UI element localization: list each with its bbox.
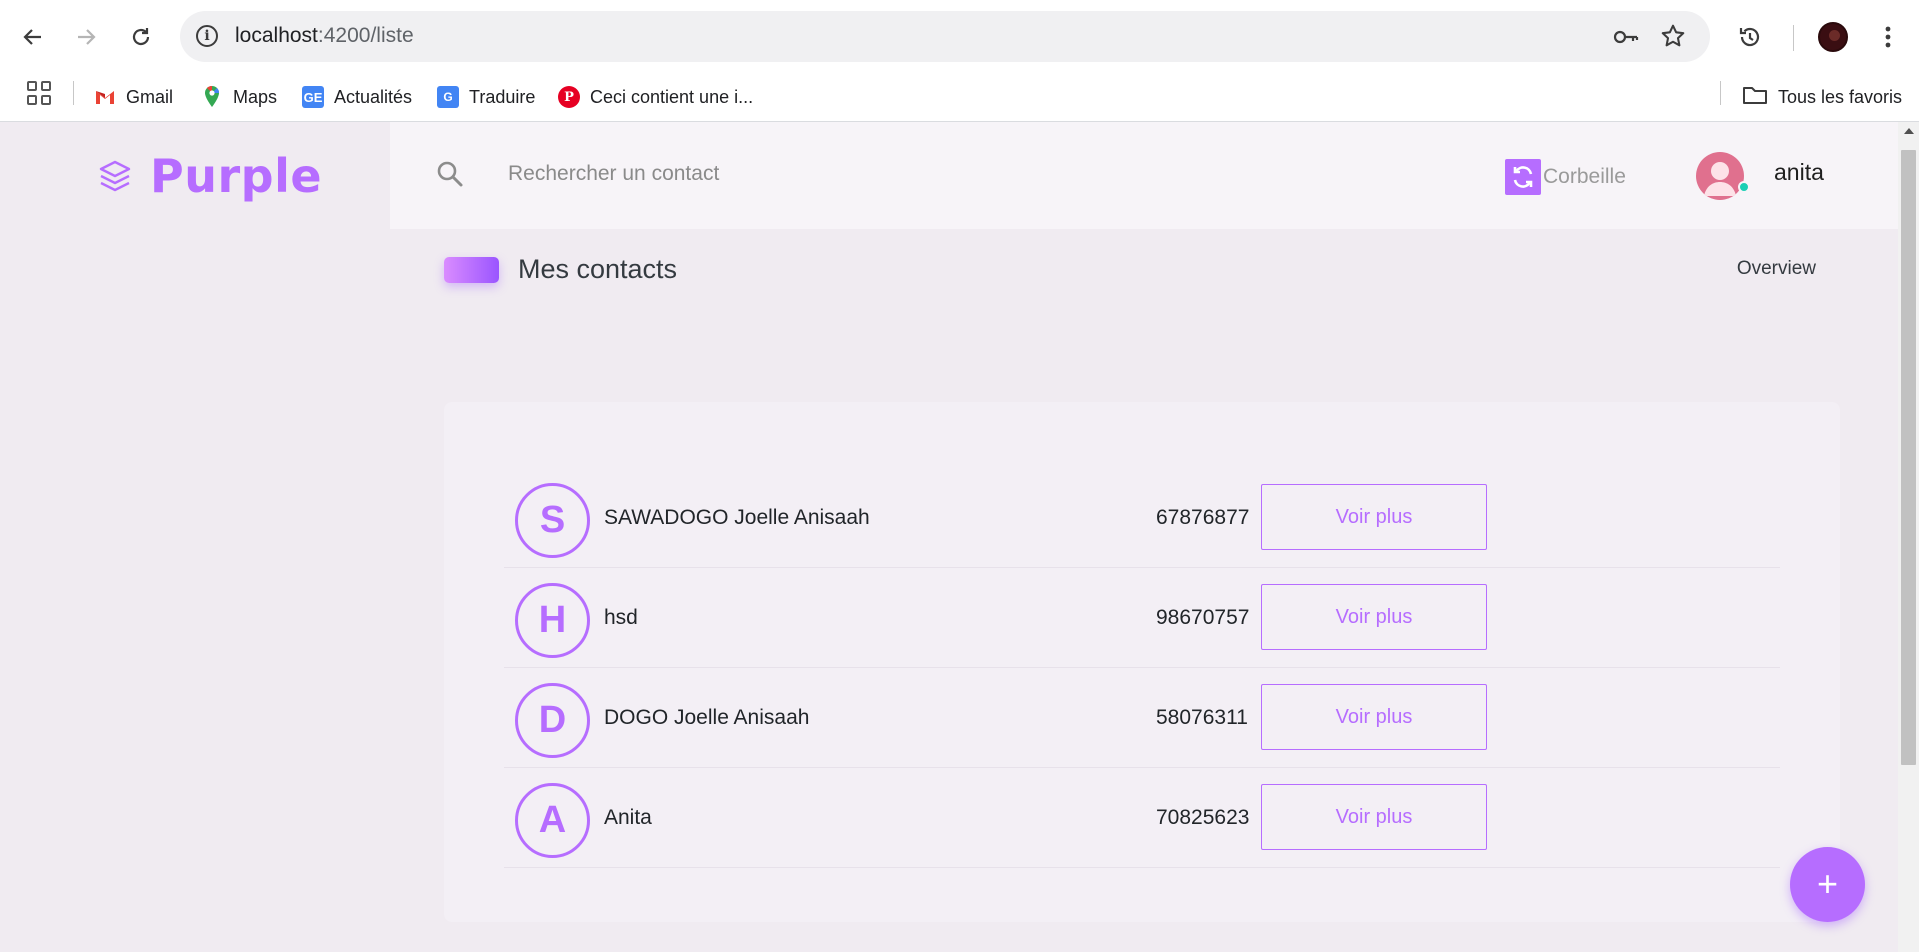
browser-toolbar: i localhost:4200/liste (0, 0, 1919, 74)
voir-plus-button[interactable]: Voir plus (1261, 484, 1487, 550)
more-menu-icon[interactable] (1870, 19, 1906, 55)
header-accent-icon (444, 257, 499, 283)
contact-row: H hsd 98670757 Voir plus (504, 568, 1780, 668)
add-contact-button[interactable]: + (1790, 847, 1865, 922)
profile-avatar[interactable] (1818, 22, 1848, 52)
layers-logo-icon (97, 158, 133, 194)
contact-row: A Anita 70825623 Voir plus (504, 768, 1780, 868)
contact-initial-avatar: D (515, 683, 590, 758)
gmail-icon (94, 86, 116, 108)
voir-plus-button[interactable]: Voir plus (1261, 584, 1487, 650)
bookmark-actualites[interactable]: GE Actualités (302, 82, 412, 112)
contact-initial-avatar: A (515, 783, 590, 858)
page-header: Mes contacts Overview (444, 254, 1816, 307)
contact-row: D DOGO Joelle Anisaah 58076311 Voir plus (504, 668, 1780, 768)
search-icon[interactable] (436, 160, 464, 188)
overview-breadcrumb[interactable]: Overview (1737, 258, 1816, 280)
contact-phone: 98670757 (1156, 606, 1250, 629)
voir-plus-button[interactable]: Voir plus (1261, 684, 1487, 750)
bookmarks-bar (0, 74, 1919, 122)
recycle-icon (1505, 159, 1541, 195)
contact-name: hsd (604, 606, 638, 629)
brand-name[interactable]: Purple (150, 149, 322, 203)
forward-icon[interactable] (68, 19, 104, 55)
history-icon[interactable] (1732, 19, 1768, 55)
bookmark-maps[interactable]: Maps (201, 82, 277, 112)
reload-icon[interactable] (123, 19, 159, 55)
contact-name: DOGO Joelle Anisaah (604, 706, 810, 729)
bookmarks-divider-right (1720, 81, 1721, 105)
bookmark-star-icon[interactable] (1659, 23, 1687, 51)
bookmark-pinterest[interactable]: P Ceci contient une i... (558, 82, 753, 112)
brand-area: Purple (0, 122, 390, 229)
translate-icon: G (437, 86, 459, 108)
password-key-icon[interactable] (1612, 23, 1640, 51)
news-icon: GE (302, 86, 324, 108)
all-bookmarks-folder[interactable]: Tous les favoris (1742, 82, 1902, 112)
contact-name: SAWADOGO Joelle Anisaah (604, 506, 870, 529)
folder-icon (1742, 84, 1768, 111)
page-title: Mes contacts (518, 254, 678, 284)
url-text[interactable]: localhost:4200/liste (235, 24, 414, 48)
contact-initial-avatar: S (515, 483, 590, 558)
page-scrollbar[interactable] (1898, 122, 1919, 952)
address-bar[interactable]: i localhost:4200/liste (180, 11, 1710, 62)
app-page: Purple Corbeille anita Mes contacts Over… (0, 122, 1898, 952)
contact-initial-avatar: H (515, 583, 590, 658)
scroll-up-arrow-icon[interactable] (1904, 128, 1914, 134)
contact-row: S SAWADOGO Joelle Anisaah 67876877 Voir … (504, 468, 1780, 568)
apps-grid-icon[interactable] (27, 81, 51, 105)
top-navbar: Corbeille anita (390, 122, 1898, 229)
back-icon[interactable] (15, 19, 51, 55)
voir-plus-button[interactable]: Voir plus (1261, 784, 1487, 850)
contacts-card: S SAWADOGO Joelle Anisaah 67876877 Voir … (444, 402, 1840, 922)
toolbar-divider (1793, 25, 1794, 51)
scroll-thumb[interactable] (1901, 150, 1916, 765)
user-avatar[interactable] (1696, 152, 1744, 200)
trash-label: Corbeille (1543, 165, 1626, 188)
bookmark-traduire[interactable]: G Traduire (437, 82, 535, 112)
online-status-dot (1738, 181, 1750, 193)
maps-icon (201, 85, 223, 108)
contact-phone: 70825623 (1156, 806, 1250, 829)
trash-link[interactable]: Corbeille (1505, 159, 1626, 195)
contact-name: Anita (604, 806, 652, 829)
pinterest-icon: P (558, 86, 580, 108)
bookmarks-divider (73, 81, 74, 105)
user-name[interactable]: anita (1774, 159, 1824, 186)
search-input[interactable] (508, 154, 1008, 194)
contact-phone: 67876877 (1156, 506, 1250, 529)
site-info-icon[interactable]: i (196, 25, 218, 47)
contact-phone: 58076311 (1156, 706, 1248, 729)
bookmark-gmail[interactable]: Gmail (94, 82, 173, 112)
